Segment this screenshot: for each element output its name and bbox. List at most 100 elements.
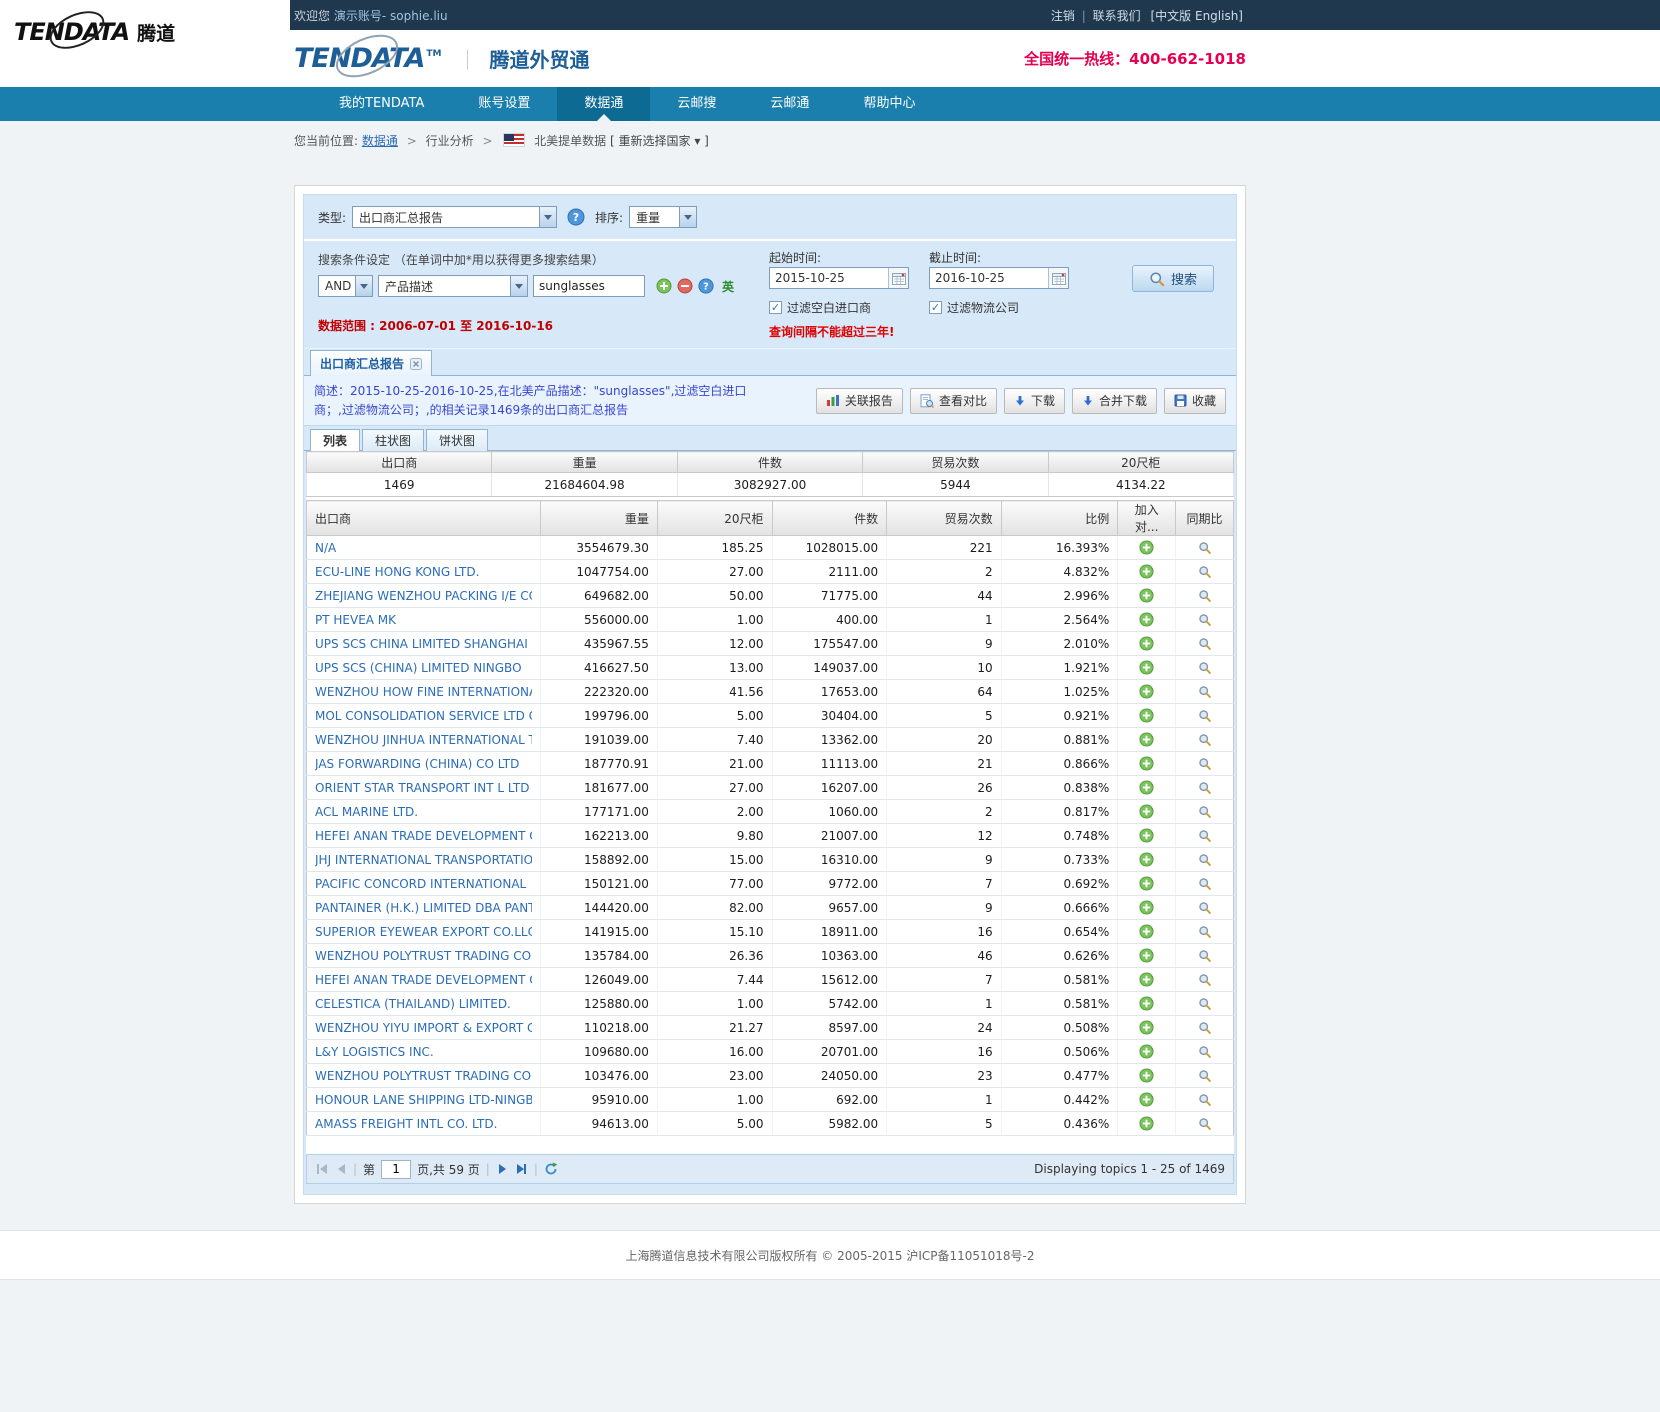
yoy-compare-search-icon[interactable]: [1198, 997, 1212, 1011]
exporter-link[interactable]: WENZHOU JINHUA INTERNATIONAL T...: [315, 733, 532, 747]
add-condition-icon[interactable]: [656, 278, 672, 294]
exporter-link[interactable]: MOL CONSOLIDATION SERVICE LTD O/B: [315, 709, 532, 723]
exporter-link[interactable]: UPS SCS (CHINA) LIMITED NINGBO: [315, 661, 532, 675]
download-button[interactable]: 下载: [1004, 388, 1065, 414]
boolean-operator-select[interactable]: AND: [318, 275, 373, 297]
condition-help-icon[interactable]: ?: [698, 278, 714, 294]
exporter-link[interactable]: ECU-LINE HONG KONG LTD.: [315, 565, 532, 579]
yoy-compare-search-icon[interactable]: [1198, 733, 1212, 747]
add-to-compare-icon[interactable]: [1139, 804, 1154, 819]
add-to-compare-icon[interactable]: [1139, 780, 1154, 795]
add-to-compare-icon[interactable]: [1139, 540, 1154, 555]
add-to-compare-icon[interactable]: [1139, 852, 1154, 867]
add-to-compare-icon[interactable]: [1139, 828, 1154, 843]
add-to-compare-icon[interactable]: [1139, 948, 1154, 963]
yoy-compare-search-icon[interactable]: [1198, 589, 1212, 603]
exporter-link[interactable]: WENZHOU POLYTRUST TRADING CO: [315, 1069, 532, 1083]
exporter-link[interactable]: JAS FORWARDING (CHINA) CO LTD: [315, 757, 532, 771]
yoy-compare-search-icon[interactable]: [1198, 1069, 1212, 1083]
start-date-input[interactable]: 2015-10-25: [769, 267, 909, 289]
add-to-compare-icon[interactable]: [1139, 708, 1154, 723]
add-to-compare-icon[interactable]: [1139, 1044, 1154, 1059]
yoy-compare-search-icon[interactable]: [1198, 637, 1212, 651]
add-to-compare-icon[interactable]: [1139, 924, 1154, 939]
sort-select[interactable]: 重量: [629, 206, 697, 228]
exporter-link[interactable]: SUPERIOR EYEWEAR EXPORT CO.LLC: [315, 925, 532, 939]
contact-link[interactable]: 联系我们: [1093, 9, 1141, 23]
add-to-compare-icon[interactable]: [1139, 1068, 1154, 1083]
filter-blank-importer-checkbox[interactable]: [769, 301, 782, 314]
related-report-button[interactable]: 关联报告: [816, 388, 903, 414]
exporter-link[interactable]: JHJ INTERNATIONAL TRANSPORTATIO...: [315, 853, 532, 867]
add-to-compare-icon[interactable]: [1139, 1116, 1154, 1131]
yoy-compare-search-icon[interactable]: [1198, 685, 1212, 699]
last-page-icon[interactable]: [514, 1163, 528, 1175]
yoy-compare-search-icon[interactable]: [1198, 709, 1212, 723]
first-page-icon[interactable]: [315, 1163, 329, 1175]
language-switch-link[interactable]: [中文版 English]: [1150, 9, 1243, 23]
exporter-link[interactable]: ACL MARINE LTD.: [315, 805, 532, 819]
add-to-compare-icon[interactable]: [1139, 1020, 1154, 1035]
yoy-compare-search-icon[interactable]: [1198, 1117, 1212, 1131]
page-number-input[interactable]: [381, 1160, 411, 1179]
nav-cloud-mail-search[interactable]: 云邮搜: [650, 87, 743, 121]
calendar-icon[interactable]: [1048, 268, 1068, 288]
exporter-link[interactable]: HEFEI ANAN TRADE DEVELOPMENT CO...: [315, 973, 532, 987]
breadcrumb-datatong-link[interactable]: 数据通: [362, 134, 398, 148]
add-to-compare-icon[interactable]: [1139, 900, 1154, 915]
account-link[interactable]: 演示账号- sophie.liu: [334, 9, 448, 23]
tab-pie-chart-view[interactable]: 饼状图: [426, 429, 488, 451]
yoy-compare-search-icon[interactable]: [1198, 829, 1212, 843]
exporter-link[interactable]: ZHEJIANG WENZHOU PACKING I/E CORP.: [315, 589, 532, 603]
add-to-compare-icon[interactable]: [1139, 756, 1154, 771]
exporter-link[interactable]: L&Y LOGISTICS INC.: [315, 1045, 532, 1059]
field-select[interactable]: 产品描述: [378, 275, 528, 297]
exporter-link[interactable]: HEFEI ANAN TRADE DEVELOPMENT CO...: [315, 829, 532, 843]
add-to-compare-icon[interactable]: [1139, 612, 1154, 627]
exporter-link[interactable]: PT HEVEA MK: [315, 613, 532, 627]
filter-logistics-checkbox[interactable]: [929, 301, 942, 314]
yoy-compare-search-icon[interactable]: [1198, 805, 1212, 819]
exporter-link[interactable]: PACIFIC CONCORD INTERNATIONAL: [315, 877, 532, 891]
add-to-compare-icon[interactable]: [1139, 636, 1154, 651]
tab-list-view[interactable]: 列表: [310, 429, 360, 451]
logout-link[interactable]: 注销: [1051, 9, 1075, 23]
keyword-input[interactable]: [533, 275, 645, 297]
yoy-compare-search-icon[interactable]: [1198, 973, 1212, 987]
view-compare-button[interactable]: 查看对比: [910, 388, 997, 414]
yoy-compare-search-icon[interactable]: [1198, 1045, 1212, 1059]
add-to-compare-icon[interactable]: [1139, 972, 1154, 987]
add-to-compare-icon[interactable]: [1139, 684, 1154, 699]
tab-exporter-summary-report[interactable]: 出口商汇总报告: [310, 350, 432, 376]
reselect-country-dropdown[interactable]: [ 重新选择国家 ▾ ]: [610, 134, 709, 148]
exporter-link[interactable]: WENZHOU HOW FINE INTERNATIONAL...: [315, 685, 532, 699]
exporter-link[interactable]: ORIENT STAR TRANSPORT INT L LTD RM: [315, 781, 532, 795]
close-icon[interactable]: [410, 358, 422, 370]
next-page-icon[interactable]: [496, 1163, 508, 1175]
merge-download-button[interactable]: 合并下载: [1072, 388, 1157, 414]
yoy-compare-search-icon[interactable]: [1198, 781, 1212, 795]
nav-account-settings[interactable]: 账号设置: [451, 87, 557, 121]
exporter-link[interactable]: PANTAINER (H.K.) LIMITED DBA PANTAI: [315, 901, 532, 915]
refresh-icon[interactable]: [544, 1162, 558, 1176]
yoy-compare-search-icon[interactable]: [1198, 853, 1212, 867]
search-button[interactable]: 搜索: [1132, 265, 1214, 292]
yoy-compare-search-icon[interactable]: [1198, 1021, 1212, 1035]
nav-my-tendata[interactable]: 我的TENDATA: [312, 87, 451, 121]
exporter-link[interactable]: WENZHOU YIYU IMPORT & EXPORT C...: [315, 1021, 532, 1035]
calendar-icon[interactable]: [888, 268, 908, 288]
exporter-link[interactable]: CELESTICA (THAILAND) LIMITED.: [315, 997, 532, 1011]
exporter-link[interactable]: HONOUR LANE SHIPPING LTD-NINGBO: [315, 1093, 532, 1107]
add-to-compare-icon[interactable]: [1139, 996, 1154, 1011]
nav-data-tong[interactable]: 数据通: [557, 87, 650, 121]
yoy-compare-search-icon[interactable]: [1198, 661, 1212, 675]
add-to-compare-icon[interactable]: [1139, 588, 1154, 603]
yoy-compare-search-icon[interactable]: [1198, 541, 1212, 555]
exporter-link[interactable]: AMASS FREIGHT INTL CO. LTD.: [315, 1117, 532, 1131]
yoy-compare-search-icon[interactable]: [1198, 877, 1212, 891]
add-to-compare-icon[interactable]: [1139, 1092, 1154, 1107]
favorite-button[interactable]: 收藏: [1164, 388, 1226, 414]
type-help-icon[interactable]: ?: [567, 208, 585, 226]
exporter-link[interactable]: UPS SCS CHINA LIMITED SHANGHAI: [315, 637, 532, 651]
language-tag[interactable]: 英: [722, 278, 734, 295]
